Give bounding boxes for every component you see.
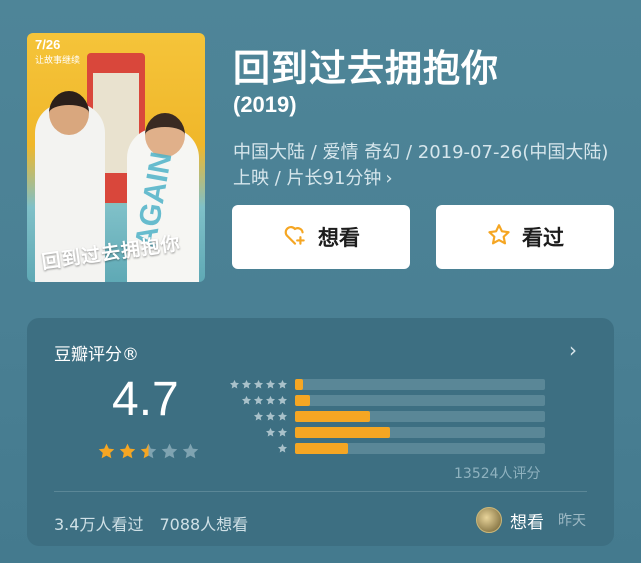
small-star-icon xyxy=(278,443,287,453)
star-icon xyxy=(182,443,199,459)
small-star-icon xyxy=(230,379,239,389)
small-star-icon xyxy=(266,411,275,421)
movie-meta[interactable]: 中国大陆 / 爱情 奇幻 / 2019-07-26(中国大陆)上映 / 片长91… xyxy=(233,140,613,192)
small-star-icon xyxy=(254,411,263,421)
rating-bar-fill xyxy=(295,443,348,454)
movie-meta-text: 中国大陆 / 爱情 奇幻 / 2019-07-26(中国大陆)上映 / 片长91… xyxy=(233,142,609,189)
rating-bar-fill xyxy=(295,379,303,390)
rating-bar-fill xyxy=(295,427,390,438)
chevron-right-icon[interactable]: › xyxy=(569,338,577,362)
rating-header: 豆瓣评分® xyxy=(54,345,139,365)
heart-plus-icon xyxy=(282,222,308,253)
star-icon xyxy=(98,443,115,459)
small-star-icon xyxy=(266,427,275,437)
rating-bar-fill xyxy=(295,395,310,406)
rating-votes: 13524人评分 xyxy=(454,466,541,482)
rating-stars xyxy=(97,442,200,461)
star-outline-icon xyxy=(486,222,512,253)
want-to-watch-button[interactable]: 想看 xyxy=(232,205,410,269)
rating-bar-fill xyxy=(295,411,370,422)
small-star-icon xyxy=(278,411,287,421)
rating-bar-track xyxy=(295,411,545,422)
chevron-right-icon: › xyxy=(385,168,393,189)
small-star-icon xyxy=(242,395,251,405)
small-star-icon xyxy=(278,427,287,437)
friend-status: 想看 xyxy=(510,512,544,533)
movie-title: 回到过去拥抱你 xyxy=(233,47,499,90)
want-count[interactable]: 7088人想看 xyxy=(159,511,248,535)
star-icon xyxy=(119,443,136,459)
small-star-icon xyxy=(266,379,275,389)
rating-score: 4.7 xyxy=(112,373,179,426)
friend-time: 昨天 xyxy=(558,513,586,529)
movie-year: (2019) xyxy=(233,92,297,117)
divider xyxy=(54,491,587,492)
rating-bar-track xyxy=(295,443,545,454)
small-star-icon xyxy=(278,379,287,389)
seen-count[interactable]: 3.4万人看过 xyxy=(54,511,143,535)
small-star-icon xyxy=(254,395,263,405)
rating-bar-track xyxy=(295,395,545,406)
poster-date: 7/26 xyxy=(35,37,61,52)
watch-stats: 3.4万人看过 7088人想看 xyxy=(54,511,248,535)
friend-activity[interactable]: 想看 昨天 xyxy=(476,507,586,533)
avatar xyxy=(476,507,502,533)
small-star-icon xyxy=(254,379,263,389)
small-star-icon xyxy=(242,379,251,389)
want-to-watch-label: 想看 xyxy=(318,226,360,250)
rating-bar-track xyxy=(295,427,545,438)
star-icon xyxy=(161,443,178,459)
small-star-icon xyxy=(278,395,287,405)
movie-poster[interactable]: 7/26 让故事继续 AGAIN 回到过去拥抱你 xyxy=(27,33,205,282)
star-icon xyxy=(140,443,157,459)
small-star-icon xyxy=(266,395,275,405)
watched-label: 看过 xyxy=(522,226,564,250)
rating-bar-track xyxy=(295,379,545,390)
poster-tagline: 让故事继续 xyxy=(35,56,81,66)
poster-head-left xyxy=(49,91,89,135)
watched-button[interactable]: 看过 xyxy=(436,205,614,269)
